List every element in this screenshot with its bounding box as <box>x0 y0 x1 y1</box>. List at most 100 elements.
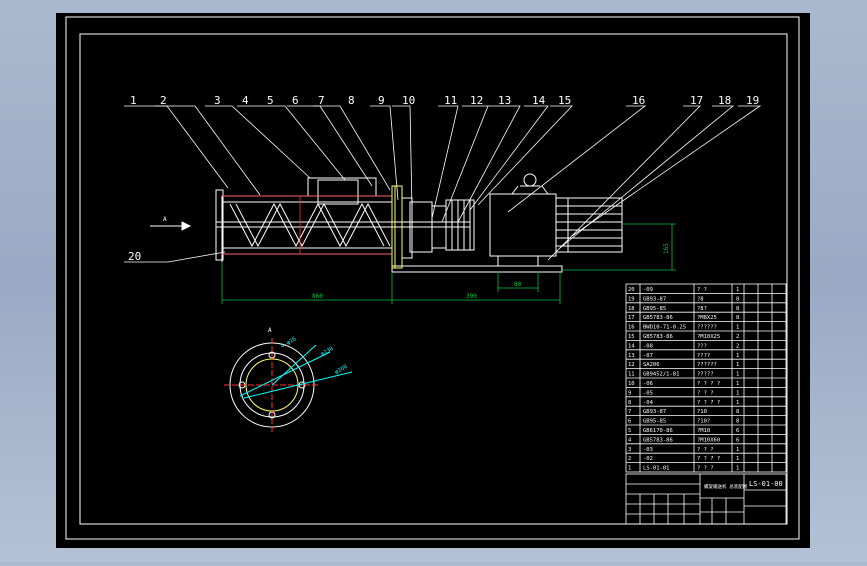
parts-cell: -07 <box>643 353 653 359</box>
parts-cell: ??? <box>697 343 707 349</box>
balloon-20: 20 <box>128 250 141 263</box>
parts-cell: 6 <box>628 419 631 425</box>
parts-cell: GB5783-86 <box>643 315 673 321</box>
parts-cell: 19 <box>628 296 635 302</box>
parts-list-table <box>625 283 787 473</box>
parts-cell: 8 <box>736 306 739 312</box>
parts-cell: 1 <box>736 372 739 378</box>
parts-cell: 8 <box>736 315 739 321</box>
dim-height: 165 <box>663 243 670 254</box>
parts-cell: 18 <box>628 306 635 312</box>
parts-cell: 2 <box>736 334 739 340</box>
balloon-10: 10 <box>402 94 415 107</box>
parts-cell: GB5783-86 <box>643 334 673 340</box>
parts-cell: ?M10X25 <box>697 334 720 340</box>
parts-cell: 1 <box>736 390 739 396</box>
parts-cell: GB95-85 <box>643 306 666 312</box>
balloon-15: 15 <box>558 94 571 107</box>
dim-overall-length: 860 <box>312 293 323 300</box>
parts-cell: 8 <box>736 296 739 302</box>
parts-cell: ? ? <box>697 287 707 293</box>
parts-cell: ?10? <box>697 419 710 425</box>
parts-cell: 2 <box>628 456 631 462</box>
parts-cell: SA206 <box>643 362 660 368</box>
parts-cell: 11 <box>628 372 635 378</box>
parts-cell: 1 <box>628 466 631 472</box>
parts-cell: -04 <box>643 400 654 406</box>
balloon-11: 11 <box>444 94 457 107</box>
dim-drive-length: 390 <box>466 293 477 300</box>
balloon-9: 9 <box>378 94 385 107</box>
parts-cell: 12 <box>628 362 635 368</box>
parts-cell: ? ? ? <box>697 447 714 453</box>
balloon-17: 17 <box>690 94 703 107</box>
parts-cell: ?8 <box>697 296 704 302</box>
parts-cell: 16 <box>628 325 635 331</box>
parts-cell: -02 <box>643 456 653 462</box>
parts-cell: GB9452/1-81 <box>643 372 679 378</box>
parts-cell: 1 <box>736 447 739 453</box>
parts-cell: 7 <box>628 409 631 415</box>
parts-cell: 6 <box>736 437 739 443</box>
parts-cell: ? ? ? ? <box>697 400 720 406</box>
parts-cell: ? ? ? <box>697 466 714 472</box>
parts-cell: -08 <box>643 343 653 349</box>
parts-cell: -09 <box>643 287 653 293</box>
parts-cell: GB93-87 <box>643 296 666 302</box>
parts-cell: 1 <box>736 287 739 293</box>
parts-cell: 1 <box>736 400 739 406</box>
balloon-14: 14 <box>532 94 546 107</box>
parts-cell: 5 <box>628 428 631 434</box>
balloon-13: 13 <box>498 94 511 107</box>
parts-cell: -06 <box>643 381 653 387</box>
parts-cell: 13 <box>628 353 635 359</box>
parts-cell: -03 <box>643 447 653 453</box>
title-note: 螺旋输送机 总装配图 <box>704 483 748 490</box>
balloon-18: 18 <box>718 94 731 107</box>
balloon-7: 7 <box>318 94 325 107</box>
balloon-16: 16 <box>632 94 645 107</box>
parts-cell: GB6170-86 <box>643 428 673 434</box>
balloon-1: 1 <box>130 94 137 107</box>
balloon-2: 2 <box>160 94 167 107</box>
parts-cell: 9 <box>628 390 631 396</box>
dim-base-span: 80 <box>514 281 522 288</box>
parts-cell: ???? <box>697 353 710 359</box>
balloon-3: 3 <box>214 94 221 107</box>
parts-cell: ?10 <box>697 409 707 415</box>
balloon-5: 5 <box>267 94 274 107</box>
parts-cell: 2 <box>736 343 739 349</box>
parts-cell: 1 <box>736 381 739 387</box>
balloon-8: 8 <box>348 94 355 107</box>
parts-cell: ????? <box>697 372 714 378</box>
parts-cell: GB95-85 <box>643 419 666 425</box>
balloon-4: 4 <box>242 94 249 107</box>
parts-cell: 8 <box>736 419 739 425</box>
parts-cell: 1 <box>736 362 739 368</box>
parts-cell: ? ? ? ? <box>697 456 720 462</box>
parts-cell: 1 <box>736 466 739 472</box>
parts-cell: ?M10 <box>697 428 710 434</box>
balloon-6: 6 <box>292 94 299 107</box>
parts-cell: 17 <box>628 315 635 321</box>
parts-cell: 14 <box>628 343 635 349</box>
parts-cell: LS-01-01 <box>643 466 670 472</box>
parts-cell: 15 <box>628 334 635 340</box>
parts-cell: 1 <box>736 456 739 462</box>
parts-cell: 20 <box>628 287 635 293</box>
parts-cell: ?????? <box>697 325 717 331</box>
parts-cell: ?M10X60 <box>697 437 720 443</box>
parts-cell: 1 <box>736 353 739 359</box>
parts-cell: ? ? ? <box>697 390 714 396</box>
parts-cell: ?M8X25 <box>697 315 717 321</box>
flow-arrow-label: A <box>163 216 167 223</box>
parts-cell: ?????? <box>697 362 717 368</box>
parts-cell: 8 <box>736 409 739 415</box>
parts-cell: ?8? <box>697 306 707 312</box>
parts-cell: -05 <box>643 390 653 396</box>
balloon-19: 19 <box>746 94 759 107</box>
parts-cell: 6 <box>736 428 739 434</box>
balloon-12: 12 <box>470 94 483 107</box>
section-mark: A <box>268 327 272 334</box>
cad-viewport: 1 2 3 4 5 6 7 8 9 10 11 12 13 14 15 16 17 18 19 20 <box>0 0 867 562</box>
